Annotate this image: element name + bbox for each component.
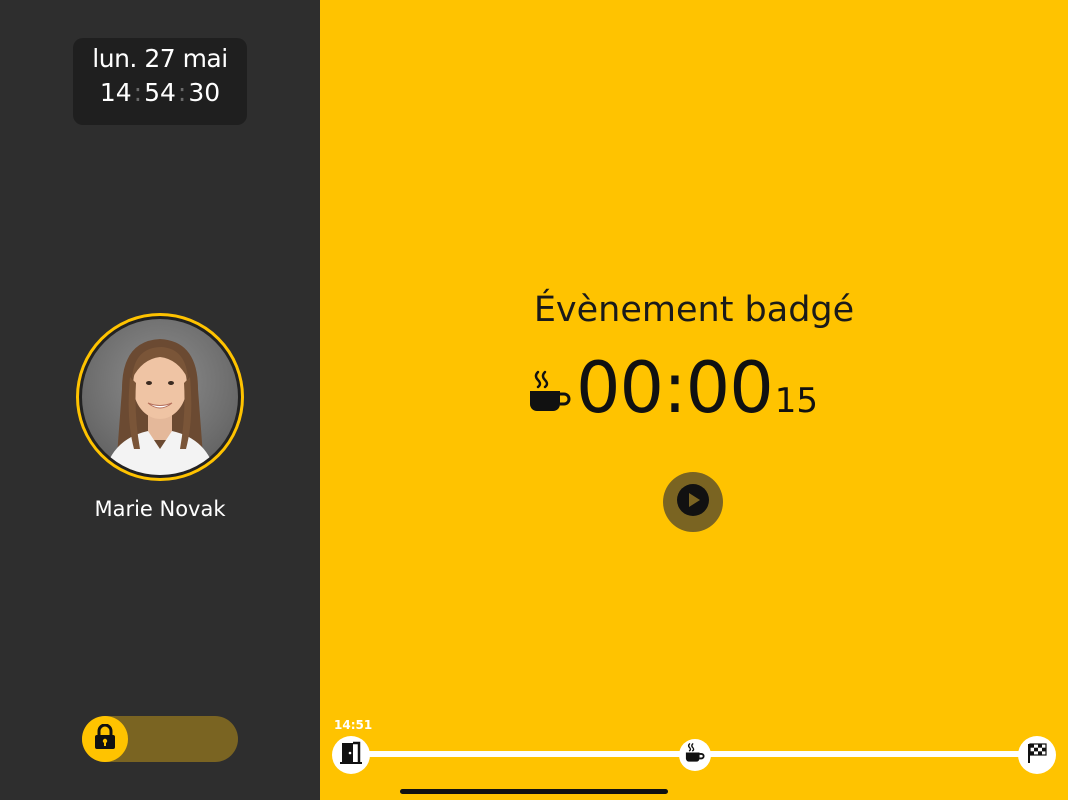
event-title: Évènement badgé — [533, 290, 855, 330]
timer-minutes-seconds: 00:00 — [576, 347, 774, 429]
play-icon — [676, 483, 710, 521]
door-exit-icon — [340, 741, 362, 769]
timeline-end-node[interactable] — [1018, 736, 1056, 774]
user-photo — [82, 319, 238, 475]
home-indicator[interactable] — [400, 789, 668, 794]
sidebar: lun. 27 mai 14:54:30 Marie Novak — [0, 0, 320, 800]
avatar — [76, 313, 244, 481]
current-date: lun. 27 mai — [92, 44, 228, 73]
coffee-cup-icon — [685, 743, 705, 767]
clock-hours: 14 — [99, 78, 132, 107]
timeline-break-node[interactable] — [679, 739, 711, 771]
elapsed-timer: 00:00 15 — [528, 348, 818, 428]
clock-seconds: 30 — [188, 78, 221, 107]
timeline-start-node[interactable] — [332, 736, 370, 774]
date-time-widget: lun. 27 mai 14:54:30 — [73, 38, 247, 125]
coffee-cup-icon — [528, 370, 572, 414]
clock-separator: : — [133, 78, 143, 107]
main-panel: Évènement badgé 00:00 15 14:51 — [320, 0, 1068, 800]
unlock-slider[interactable] — [82, 716, 238, 762]
clock-separator: : — [177, 78, 187, 107]
lock-icon — [94, 723, 116, 754]
lock-knob[interactable] — [82, 716, 128, 762]
user-name: Marie Novak — [94, 497, 226, 521]
timeline-start-time: 14:51 — [334, 718, 373, 732]
play-button[interactable] — [663, 472, 723, 532]
clock-minutes: 54 — [144, 78, 176, 107]
checkered-flag-icon — [1026, 742, 1048, 768]
current-time: 14:54:30 — [73, 76, 247, 110]
timer-sub-seconds: 15 — [774, 381, 818, 421]
